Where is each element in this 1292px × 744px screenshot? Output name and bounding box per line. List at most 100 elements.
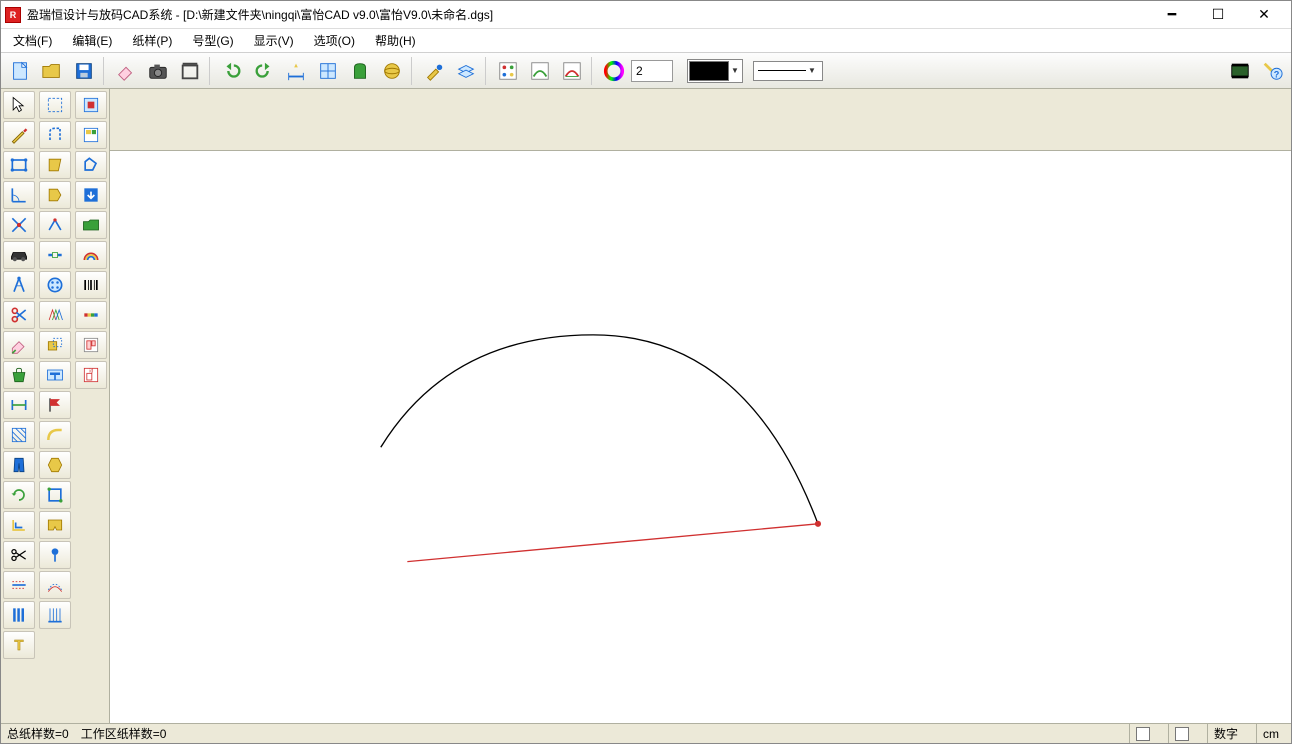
pointer-tool[interactable] xyxy=(3,91,35,119)
main-toolbar: ▼ ▼ ? xyxy=(1,53,1291,89)
drawing-canvas[interactable] xyxy=(110,151,1291,723)
menu-edit[interactable]: 编辑(E) xyxy=(68,30,116,51)
color-picker[interactable]: ▼ xyxy=(687,59,743,83)
svg-text:id: id xyxy=(89,369,93,375)
shape-edit-tool[interactable] xyxy=(39,121,71,149)
toolbar-separator xyxy=(411,57,415,85)
stitch-tool[interactable] xyxy=(3,571,35,599)
link-tool[interactable] xyxy=(39,241,71,269)
hatch-tool[interactable] xyxy=(3,421,35,449)
notch-tool[interactable] xyxy=(39,511,71,539)
curve2-button[interactable] xyxy=(557,56,587,86)
angle-tool[interactable] xyxy=(3,181,35,209)
piece2-tool[interactable] xyxy=(39,181,71,209)
export-tool[interactable] xyxy=(75,181,107,209)
line-width-input[interactable] xyxy=(631,60,673,82)
measure-button[interactable] xyxy=(281,56,311,86)
curve1-button[interactable] xyxy=(525,56,555,86)
pen-tool[interactable] xyxy=(3,121,35,149)
side-col-3: id xyxy=(73,89,109,723)
redo-button[interactable] xyxy=(249,56,279,86)
stripes-tool[interactable] xyxy=(3,601,35,629)
colorbar-tool[interactable] xyxy=(75,301,107,329)
endpoint-marker xyxy=(815,521,821,527)
frame-tool-button[interactable] xyxy=(175,56,205,86)
compass-tool[interactable] xyxy=(3,271,35,299)
status-color-2[interactable] xyxy=(1168,724,1195,743)
rainbow-tool[interactable] xyxy=(75,241,107,269)
toolbar-separator xyxy=(209,57,213,85)
brush-button[interactable] xyxy=(419,56,449,86)
undo-button[interactable] xyxy=(217,56,247,86)
rectangle-tool[interactable] xyxy=(3,151,35,179)
barcode-tool[interactable] xyxy=(75,271,107,299)
machine-tool[interactable] xyxy=(39,361,71,389)
drill-tool[interactable] xyxy=(39,541,71,569)
minimize-button[interactable]: ━ xyxy=(1149,1,1195,29)
grade-tool[interactable] xyxy=(39,301,71,329)
scissors-tool[interactable] xyxy=(3,301,35,329)
pattern-piece-tool[interactable] xyxy=(75,91,107,119)
car-tool[interactable] xyxy=(3,241,35,269)
toolbar-separator xyxy=(485,57,489,85)
pattern-bar[interactable] xyxy=(110,89,1291,151)
curve-tool[interactable] xyxy=(39,421,71,449)
square-pts-tool[interactable] xyxy=(39,481,71,509)
menu-view[interactable]: 显示(V) xyxy=(250,30,298,51)
offset-tool[interactable] xyxy=(3,511,35,539)
menu-options[interactable]: 选项(O) xyxy=(310,30,359,51)
new-file-button[interactable] xyxy=(5,56,35,86)
folder-tool[interactable] xyxy=(75,211,107,239)
pleat-tool[interactable] xyxy=(39,601,71,629)
shape-button[interactable] xyxy=(345,56,375,86)
pants-tool[interactable] xyxy=(3,451,35,479)
cut-tool[interactable] xyxy=(3,541,35,569)
side-toolbars: T xyxy=(1,89,110,723)
layers-button[interactable] xyxy=(451,56,481,86)
color-wheel-button[interactable] xyxy=(599,56,629,86)
eraser-button[interactable] xyxy=(111,56,141,86)
open-file-button[interactable] xyxy=(37,56,67,86)
side-col-2 xyxy=(37,89,73,723)
grid-button[interactable] xyxy=(313,56,343,86)
piece3-tool[interactable] xyxy=(39,451,71,479)
save-file-button[interactable] xyxy=(69,56,99,86)
align-tool[interactable] xyxy=(3,391,35,419)
maximize-button[interactable]: ☐ xyxy=(1195,1,1241,29)
transform-tool[interactable] xyxy=(39,331,71,359)
select-rect-tool[interactable] xyxy=(39,91,71,119)
menu-size[interactable]: 号型(G) xyxy=(188,30,237,51)
seam-tool[interactable] xyxy=(39,571,71,599)
status-work-patterns: 工作区纸样数=0 xyxy=(81,725,167,742)
titlebar: R 盈瑞恒设计与放码CAD系统 - [D:\新建文件夹\ningqi\富怡CAD… xyxy=(1,1,1291,29)
intersect-tool[interactable] xyxy=(3,211,35,239)
close-button[interactable]: ✕ xyxy=(1241,1,1287,29)
menu-help[interactable]: 帮助(H) xyxy=(371,30,420,51)
status-unit[interactable]: cm xyxy=(1256,724,1285,743)
menu-file[interactable]: 文档(F) xyxy=(9,30,56,51)
pattern-list-tool[interactable] xyxy=(75,121,107,149)
color-dropdown-icon: ▼ xyxy=(729,61,741,81)
layout-tool[interactable]: id xyxy=(75,361,107,389)
help-button[interactable]: ? xyxy=(1257,56,1287,86)
rotate-tool[interactable] xyxy=(3,481,35,509)
menu-pattern[interactable]: 纸样(P) xyxy=(128,30,176,51)
outline-tool[interactable] xyxy=(75,151,107,179)
template-tool[interactable] xyxy=(75,331,107,359)
camera-button[interactable] xyxy=(143,56,173,86)
color-dots-button[interactable] xyxy=(493,56,523,86)
text-tool[interactable]: T xyxy=(3,631,35,659)
piece-tool[interactable] xyxy=(39,151,71,179)
button-tool[interactable] xyxy=(39,271,71,299)
globe-button[interactable] xyxy=(377,56,407,86)
canvas-drawing xyxy=(110,151,1291,723)
adjust-tool[interactable] xyxy=(39,211,71,239)
linestyle-dropdown-icon: ▼ xyxy=(806,61,818,81)
line-style-picker[interactable]: ▼ xyxy=(753,61,823,81)
bag-tool[interactable] xyxy=(3,361,35,389)
status-color-1[interactable] xyxy=(1129,724,1156,743)
arc-curve xyxy=(381,335,818,524)
eraser-tool[interactable] xyxy=(3,331,35,359)
film-strip-button[interactable] xyxy=(1225,56,1255,86)
flag-tool[interactable] xyxy=(39,391,71,419)
